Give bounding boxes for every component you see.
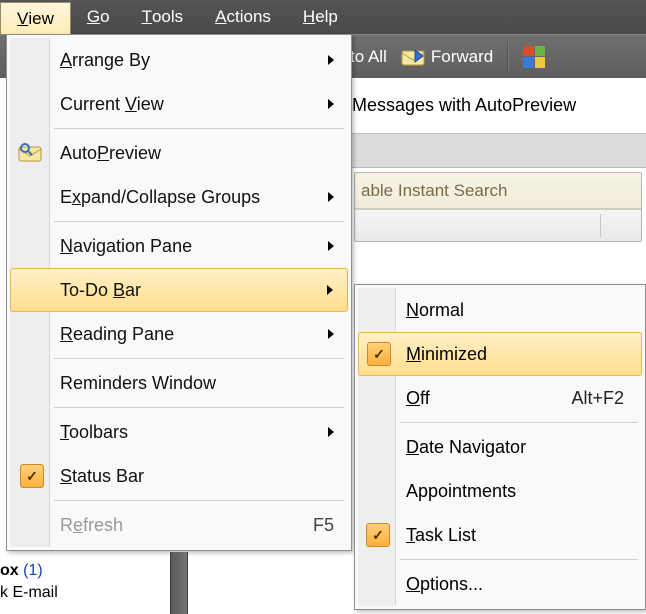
reply-to-all-button[interactable]: to All <box>350 47 387 67</box>
menu-item-label: To-Do Bar <box>60 280 141 301</box>
autopreview-icon <box>18 143 44 163</box>
view-menu-item-status-bar[interactable]: Status Bar <box>10 454 348 498</box>
menu-item-label: AutoPreview <box>60 143 161 164</box>
todo-submenu-item-task-list[interactable]: Task List <box>358 513 642 557</box>
submenu-item-label: Minimized <box>406 344 487 365</box>
submenu-arrow-icon <box>328 329 334 339</box>
menu-item-label: Refresh <box>60 515 123 536</box>
view-menu-item-toolbars[interactable]: Toolbars <box>10 410 348 454</box>
todo-submenu-item-minimized[interactable]: Minimized <box>358 332 642 376</box>
todo-submenu-item-off[interactable]: Off Alt+F2 <box>358 376 642 420</box>
background-text: ox (1) k E-mail <box>0 560 58 604</box>
menu-item-label: Expand/Collapse Groups <box>60 187 260 208</box>
forward-label: Forward <box>431 47 493 67</box>
menu-item-label: Reading Pane <box>60 324 174 345</box>
submenu-item-label: Appointments <box>406 481 516 502</box>
submenu-item-shortcut: Alt+F2 <box>571 388 624 409</box>
submenu-arrow-icon <box>328 192 334 202</box>
submenu-item-label: Task List <box>406 525 476 546</box>
submenu-item-label: Off <box>406 388 430 409</box>
view-menu-item-to-do-bar[interactable]: To-Do Bar <box>10 268 348 312</box>
menubar-item-view[interactable]: View <box>0 2 71 34</box>
table-header <box>355 209 641 241</box>
view-menu-item-arrange-by[interactable]: Arrange By <box>10 38 348 82</box>
menubar: ViewGoToolsActionsHelp <box>0 0 646 34</box>
menu-item-label: Navigation Pane <box>60 236 192 257</box>
todo-submenu-item-options[interactable]: Options... <box>358 562 642 606</box>
menu-item-label: Reminders Window <box>60 373 216 394</box>
check-icon <box>366 523 390 547</box>
submenu-arrow-icon <box>328 241 334 251</box>
view-menu-dropdown: Arrange By Current View AutoPreview Expand/… <box>6 34 352 551</box>
submenu-arrow-icon <box>328 427 334 437</box>
categorize-button[interactable] <box>523 46 545 68</box>
submenu-separator <box>400 559 638 560</box>
todo-submenu-item-normal[interactable]: Normal <box>358 288 642 332</box>
submenu-item-label: Options... <box>406 574 483 595</box>
menubar-item-actions[interactable]: Actions <box>199 0 287 34</box>
todo-bar-submenu: Normal Minimized Off Alt+F2 Date Navigator Ap… <box>354 284 646 610</box>
menu-separator <box>54 358 344 359</box>
menu-item-shortcut: F5 <box>313 515 334 536</box>
view-menu-item-navigation-pane[interactable]: Navigation Pane <box>10 224 348 268</box>
todo-submenu-item-appointments[interactable]: Appointments <box>358 469 642 513</box>
forward-button[interactable]: Forward <box>401 47 493 67</box>
submenu-arrow-icon <box>327 285 333 295</box>
menu-separator <box>54 500 344 501</box>
reply-all-label: to All <box>350 47 387 67</box>
check-icon <box>367 342 391 366</box>
instant-search-input[interactable]: able Instant Search <box>355 173 641 209</box>
menu-separator <box>54 407 344 408</box>
menu-item-label: Current View <box>60 94 164 115</box>
submenu-arrow-icon <box>328 99 334 109</box>
menu-separator <box>54 128 344 129</box>
menubar-item-tools[interactable]: Tools <box>126 0 200 34</box>
forward-icon <box>401 48 425 66</box>
background-chrome: Messages with AutoPreview able Instant S… <box>350 78 646 242</box>
menu-item-label: Arrange By <box>60 50 150 71</box>
bg-line2: k E-mail <box>0 582 58 604</box>
view-menu-item-autopreview[interactable]: AutoPreview <box>10 131 348 175</box>
menu-separator <box>54 221 344 222</box>
color-grid-icon <box>523 46 545 68</box>
menubar-item-help[interactable]: Help <box>287 0 354 34</box>
view-menu-item-reading-pane[interactable]: Reading Pane <box>10 312 348 356</box>
menu-item-label: Status Bar <box>60 466 144 487</box>
navpane-edge <box>170 552 188 614</box>
check-icon <box>20 464 44 488</box>
submenu-item-label: Date Navigator <box>406 437 526 458</box>
current-view-label: Messages with AutoPreview <box>350 95 576 116</box>
view-menu-item-current-view[interactable]: Current View <box>10 82 348 126</box>
view-menu-item-refresh: Refresh F5 <box>10 503 348 547</box>
submenu-item-label: Normal <box>406 300 464 321</box>
menu-item-label: Toolbars <box>60 422 128 443</box>
submenu-separator <box>400 422 638 423</box>
view-menu-item-expand-collapse-groups[interactable]: Expand/Collapse Groups <box>10 175 348 219</box>
bg-line1-a: ox <box>0 562 19 579</box>
todo-submenu-item-date-navigator[interactable]: Date Navigator <box>358 425 642 469</box>
submenu-arrow-icon <box>328 55 334 65</box>
menubar-item-go[interactable]: Go <box>71 0 126 34</box>
toolbar-separator <box>507 42 509 72</box>
view-menu-item-reminders-window[interactable]: Reminders Window <box>10 361 348 405</box>
search-panel: able Instant Search <box>354 172 642 242</box>
bg-line1-b: (1) <box>23 562 43 579</box>
